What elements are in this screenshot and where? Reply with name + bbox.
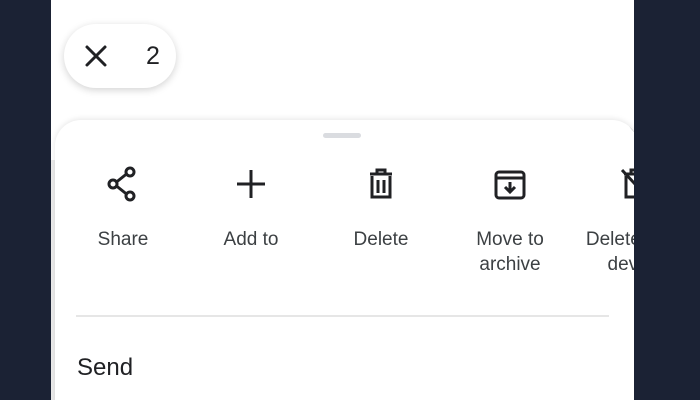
plus-icon — [231, 164, 271, 204]
delete-from-device-label: Delete from device — [585, 229, 634, 275]
phone-screen: 2 Share Add to Delete Move to archive De… — [51, 0, 634, 400]
archive-icon — [490, 164, 530, 204]
share-label: Share — [97, 229, 149, 250]
send-section-title: Send — [77, 354, 134, 381]
add-to-label: Add to — [223, 229, 279, 250]
selection-chip: 2 — [64, 24, 176, 88]
divider — [76, 315, 609, 317]
selection-count: 2 — [146, 42, 160, 70]
move-to-archive-label: Move to archive — [476, 229, 544, 275]
bottom-sheet: Share Add to Delete Move to archive Dele… — [55, 120, 634, 400]
share-icon — [103, 164, 143, 204]
trash-icon — [361, 164, 401, 204]
drag-handle[interactable] — [323, 133, 361, 138]
delete-device-icon — [615, 164, 634, 204]
caret-icon — [629, 126, 634, 132]
close-icon[interactable] — [83, 43, 109, 69]
delete-label: Delete — [353, 229, 409, 250]
